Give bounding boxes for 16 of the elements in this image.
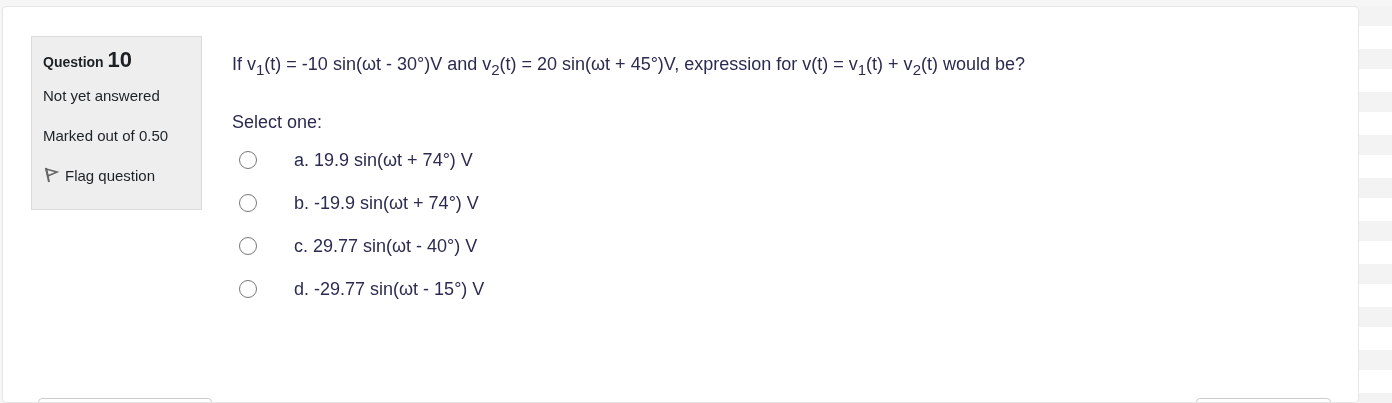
answer-option[interactable]: d. -29.77 sin(ωt - 15°) V bbox=[294, 278, 485, 300]
answer-option[interactable]: a. 19.9 sin(ωt + 74°) V bbox=[294, 149, 473, 171]
answer-option[interactable]: c. 29.77 sin(ωt - 40°) V bbox=[294, 235, 478, 257]
radio-button[interactable] bbox=[239, 151, 257, 170]
flag-icon bbox=[43, 166, 59, 184]
flag-question-link[interactable]: Flag question bbox=[43, 166, 156, 184]
radio-button[interactable] bbox=[239, 237, 257, 256]
question-number: 10 bbox=[107, 47, 133, 72]
answer-option[interactable]: b. -19.9 sin(ωt + 74°) V bbox=[294, 192, 479, 214]
question-marks: Marked out of 0.50 bbox=[43, 127, 170, 144]
radio-button[interactable] bbox=[239, 280, 257, 299]
question-state: Not yet answered bbox=[43, 87, 161, 104]
radio-button[interactable] bbox=[239, 194, 257, 213]
question-label: Question bbox=[43, 54, 104, 70]
question-text: If v$_{1}$(t) = -10 sin(ωt - 30°)V and v$_{2}$(t) = 20 sin(ωt + 45°)V, expression for v(t) = v$_{1}$(t) + v$_{2}$(t) would be? bbox=[232, 54, 1026, 78]
select-one-prompt: Select one: bbox=[232, 111, 324, 133]
